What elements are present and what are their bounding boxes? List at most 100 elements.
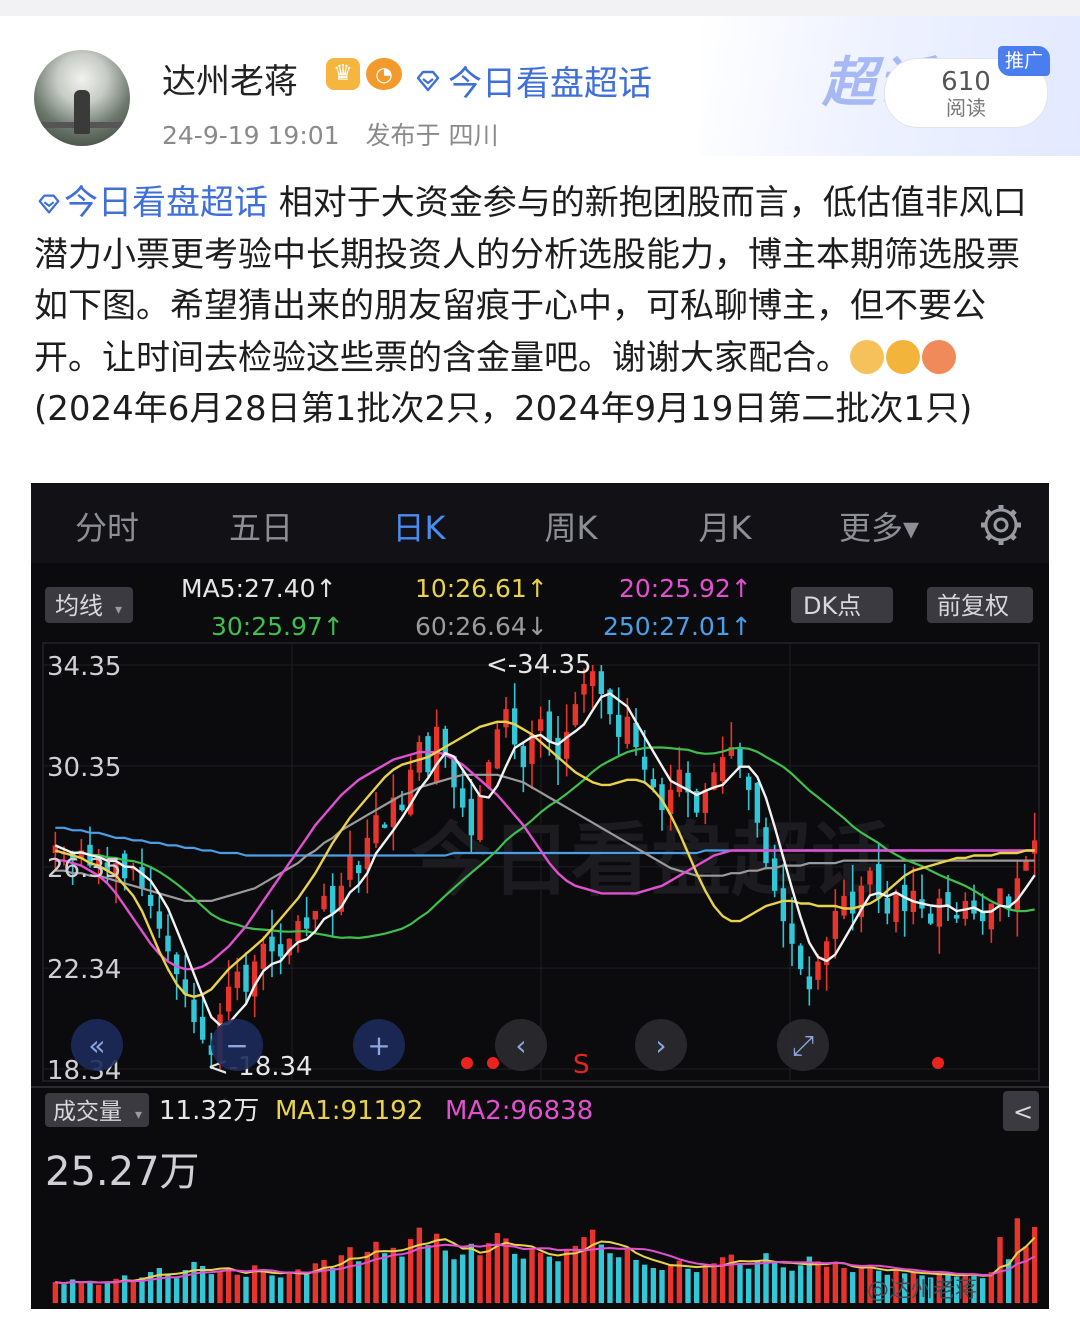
- post-meta: 24-9-19 19:01 发布于 四川: [162, 116, 516, 152]
- candle: [849, 891, 856, 914]
- candle: [771, 858, 778, 891]
- candle: [884, 897, 891, 914]
- volume-bar: [537, 1252, 544, 1303]
- candle: [537, 719, 544, 731]
- volume-bar: [546, 1256, 553, 1303]
- candle: [355, 865, 362, 874]
- candle: [191, 999, 197, 1023]
- post-body: 今日看盘超话 相对于大资金参与的新抱团股而言，低估值非风口潜力小票更考验中长期投…: [34, 178, 1048, 436]
- image-watermark: @达州老蒋: [867, 1278, 977, 1303]
- volume-bar: [685, 1268, 691, 1303]
- candle: [425, 736, 431, 773]
- volume-bar: [529, 1248, 535, 1303]
- volume-bar: [78, 1283, 85, 1303]
- candle: [546, 711, 553, 742]
- volume-bar: [381, 1253, 388, 1303]
- diamond-icon: [416, 70, 440, 91]
- prev-button[interactable]: ‹: [495, 1019, 547, 1071]
- volume-bar: [260, 1271, 267, 1303]
- volume-bar: [849, 1272, 856, 1303]
- volume-bar: [823, 1266, 830, 1303]
- volume-bar: [797, 1265, 804, 1303]
- tab-3[interactable]: 周K: [545, 509, 599, 547]
- stock-chart: 分时 五日 日K 周K 月K 更多▾ 均线 ▾ MA5:27.40↑ 10:26.61↑ 20…: [31, 483, 1049, 1309]
- candle: [650, 779, 657, 788]
- signal-dot: [461, 1057, 473, 1069]
- zoom-in-button[interactable]: −: [211, 1019, 263, 1071]
- signal-dot: [932, 1057, 944, 1069]
- volume-bar: [676, 1260, 683, 1303]
- candle: [754, 782, 761, 823]
- tab-0[interactable]: 分时: [75, 509, 139, 547]
- avatar[interactable]: [34, 50, 130, 146]
- volume-bar: [95, 1284, 102, 1303]
- signal-dot: [487, 1057, 499, 1069]
- volume-bar: [711, 1263, 717, 1303]
- volume-bar: [702, 1266, 709, 1303]
- volume-bar: [624, 1249, 631, 1303]
- candle: [303, 917, 310, 929]
- volume-ma2: MA2:96838: [445, 1096, 593, 1126]
- y-tick-label: 22.34: [47, 955, 121, 985]
- author-name[interactable]: 达州老蒋: [162, 54, 298, 103]
- zoom-out-button[interactable]: «: [71, 1019, 123, 1071]
- topic-link[interactable]: 今日看盘超话: [414, 56, 652, 105]
- post-text-tail: (2024年6月28日第1批次2只，2024年9月19日第二批次1只): [34, 389, 973, 429]
- candle: [780, 888, 787, 922]
- volume-bar: [286, 1272, 293, 1303]
- candle: [381, 824, 388, 828]
- candle: [841, 895, 847, 916]
- volume-bar: [979, 1278, 986, 1303]
- volume-bar: [208, 1274, 215, 1303]
- crown-badge-icon[interactable]: ♛: [326, 58, 360, 90]
- volume-bar: [329, 1268, 336, 1303]
- candle: [243, 964, 249, 992]
- candle: [624, 716, 631, 744]
- ma-dropdown-icon: ▾: [115, 602, 122, 618]
- next-button[interactable]: ›: [635, 1019, 687, 1071]
- prev-icon: ‹: [515, 1029, 526, 1062]
- fullscreen-button[interactable]: ⤢: [777, 1019, 829, 1071]
- volume-bar: [641, 1264, 648, 1303]
- volume-bar: [815, 1261, 821, 1303]
- candle: [468, 798, 475, 836]
- volume-bar: [130, 1281, 137, 1303]
- dk-button-label: DK点: [803, 592, 861, 620]
- tab-1[interactable]: 五日: [229, 509, 293, 547]
- post-time: 24-9-19 19:01: [162, 121, 340, 150]
- zoom-in-plus-button[interactable]: +: [353, 1019, 405, 1071]
- candle: [277, 944, 284, 957]
- candle: [1014, 878, 1021, 910]
- volume-bar: [832, 1263, 839, 1303]
- promo-badge: 推广: [998, 46, 1050, 76]
- candle: [156, 911, 163, 929]
- volume-bar: [841, 1268, 847, 1303]
- volume-bar: [693, 1272, 700, 1303]
- volume-dropdown-icon: ▾: [135, 1107, 142, 1123]
- adjust-button-label: 前复权: [937, 592, 1009, 620]
- tab-4[interactable]: 月K: [699, 509, 753, 547]
- candle: [927, 913, 934, 924]
- topic-tag[interactable]: 今日看盘超话: [34, 183, 268, 223]
- tab-2[interactable]: 日K: [393, 509, 447, 547]
- volume-bar: [364, 1251, 371, 1303]
- candle: [945, 892, 951, 906]
- candle: [719, 757, 726, 782]
- volume-bar: [87, 1280, 93, 1303]
- fish-badge-icon[interactable]: ◔: [366, 58, 402, 90]
- candle: [581, 683, 587, 695]
- volume-bar: [468, 1243, 475, 1303]
- volume-selector-label: 成交量: [53, 1099, 122, 1125]
- volume-bar: [780, 1267, 787, 1303]
- candle: [477, 794, 483, 841]
- chart-watermark: 今日看盘超话: [411, 814, 891, 907]
- tab-5[interactable]: 更多▾: [839, 509, 919, 547]
- candle: [737, 748, 743, 768]
- volume-bar: [650, 1268, 657, 1303]
- volume-bar: [52, 1282, 59, 1303]
- candle: [867, 870, 873, 885]
- candle: [572, 704, 579, 726]
- candle: [234, 971, 241, 988]
- candle: [702, 789, 709, 813]
- candle: [269, 936, 275, 952]
